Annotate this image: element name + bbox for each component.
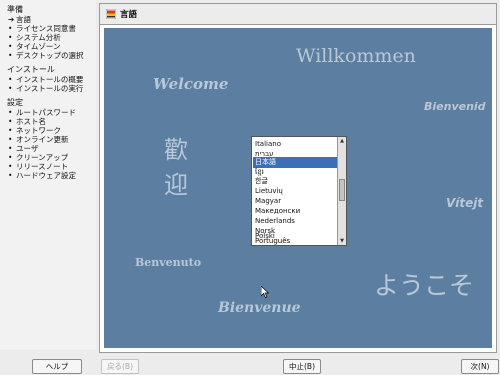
sidebar-item-hardware-config: • ハードウェア設定 (8, 171, 76, 180)
bullet-icon: • (8, 144, 13, 153)
panel-title: 言語 (120, 10, 138, 20)
sidebar-item-label: ホスト名 (16, 117, 46, 126)
sidebar-item-label: システム分析 (16, 33, 61, 42)
sidebar-item-root-password: • ルートパスワード (8, 108, 76, 117)
sidebar-item-label: デスクトップの選択 (16, 51, 84, 60)
greeting-text: Benvenuto (135, 256, 202, 269)
next-button[interactable]: 次(N) (461, 359, 499, 374)
sidebar-item-label: クリーンアップ (16, 153, 69, 162)
sidebar-item-label: ネットワーク (16, 126, 61, 135)
sidebar-item-install-run: • インストールの実行 (8, 84, 83, 93)
sidebar-item-label: ライセンス同意書 (16, 24, 76, 33)
greeting-text: Welcome (153, 75, 229, 93)
language-option[interactable]: Português (253, 236, 338, 245)
greeting-text: Bienvenue (218, 300, 301, 316)
bullet-icon: • (8, 42, 13, 51)
back-button[interactable]: 戻る(B) (101, 359, 139, 374)
sidebar-item-online-update: • オンライン更新 (8, 135, 69, 144)
help-button[interactable]: ヘルプ (32, 359, 82, 374)
panel-header: 言語 (100, 4, 496, 25)
sidebar: 準備 ➔ 言語 • ライセンス同意書 • システム分析 • タイムゾーン • デスクトップ… (0, 0, 96, 350)
greeting-text: ようこそ (374, 271, 475, 300)
sidebar-item-label: ユーザ (16, 144, 39, 153)
sidebar-item-label: リリースノート (16, 162, 69, 171)
sidebar-item-label: タイムゾーン (16, 42, 61, 51)
sidebar-item-system-analysis: • システム分析 (8, 33, 61, 42)
sidebar-item-hostname: • ホスト名 (8, 117, 46, 126)
bullet-icon: • (8, 33, 13, 42)
language-listbox[interactable]: Italiano עברית 日本語 ខ្មែរ 한글 Lietuvių Mag… (251, 136, 347, 246)
sidebar-item-network: • ネットワーク (8, 126, 61, 135)
scroll-up-icon[interactable]: ▲ (338, 137, 346, 145)
greeting-text: Vítejt (446, 196, 484, 210)
bullet-icon: • (8, 153, 13, 162)
sidebar-item-desktop-selection: • デスクトップの選択 (8, 51, 84, 60)
sidebar-item-timezone: • タイムゾーン (8, 42, 60, 51)
greeting-text: 迎 (164, 171, 188, 199)
section-title-preparation: 準備 (7, 5, 23, 14)
bullet-icon: • (8, 135, 13, 144)
greeting-text: Willkommen (296, 45, 416, 67)
scroll-thumb[interactable] (339, 179, 345, 201)
sidebar-item-release-notes: • リリースノート (8, 162, 68, 171)
bullet-icon: • (8, 51, 13, 60)
bullet-icon: • (8, 75, 13, 84)
section-title-installation: インストール (7, 65, 55, 74)
sidebar-item-label: インストールの実行 (16, 84, 84, 93)
bullet-icon: • (8, 24, 13, 33)
sidebar-item-label: 言語 (16, 15, 31, 24)
sidebar-item-license: • ライセンス同意書 (8, 24, 76, 33)
sidebar-item-install-overview: • インストールの概要 (8, 75, 83, 84)
bullet-icon: • (8, 84, 13, 93)
bullet-icon: • (8, 108, 13, 117)
greeting-text: 歡 (164, 136, 188, 164)
language-scrollbar[interactable]: ▲ ▼ (337, 137, 346, 245)
bullet-icon: • (8, 117, 13, 126)
scroll-down-icon[interactable]: ▼ (338, 237, 346, 245)
section-title-configuration: 設定 (7, 98, 23, 107)
abort-button[interactable]: 中止(B) (283, 359, 321, 374)
sidebar-item-label: オンライン更新 (16, 135, 69, 144)
sidebar-item-label: ルートパスワード (16, 108, 76, 117)
arrow-right-icon: ➔ (8, 15, 15, 24)
bullet-icon: • (8, 126, 13, 135)
mouse-cursor-icon (261, 286, 269, 298)
sidebar-item-cleanup: • クリーンアップ (8, 153, 68, 162)
bullet-icon: • (8, 162, 13, 171)
flag-icon (106, 9, 116, 19)
sidebar-item-user: • ユーザ (8, 144, 38, 153)
sidebar-item-language: ➔ 言語 (8, 15, 31, 24)
greeting-text: Bienvenid (424, 100, 486, 113)
sidebar-item-label: インストールの概要 (16, 75, 84, 84)
sidebar-item-label: ハードウェア設定 (16, 171, 76, 180)
bullet-icon: • (8, 171, 13, 180)
